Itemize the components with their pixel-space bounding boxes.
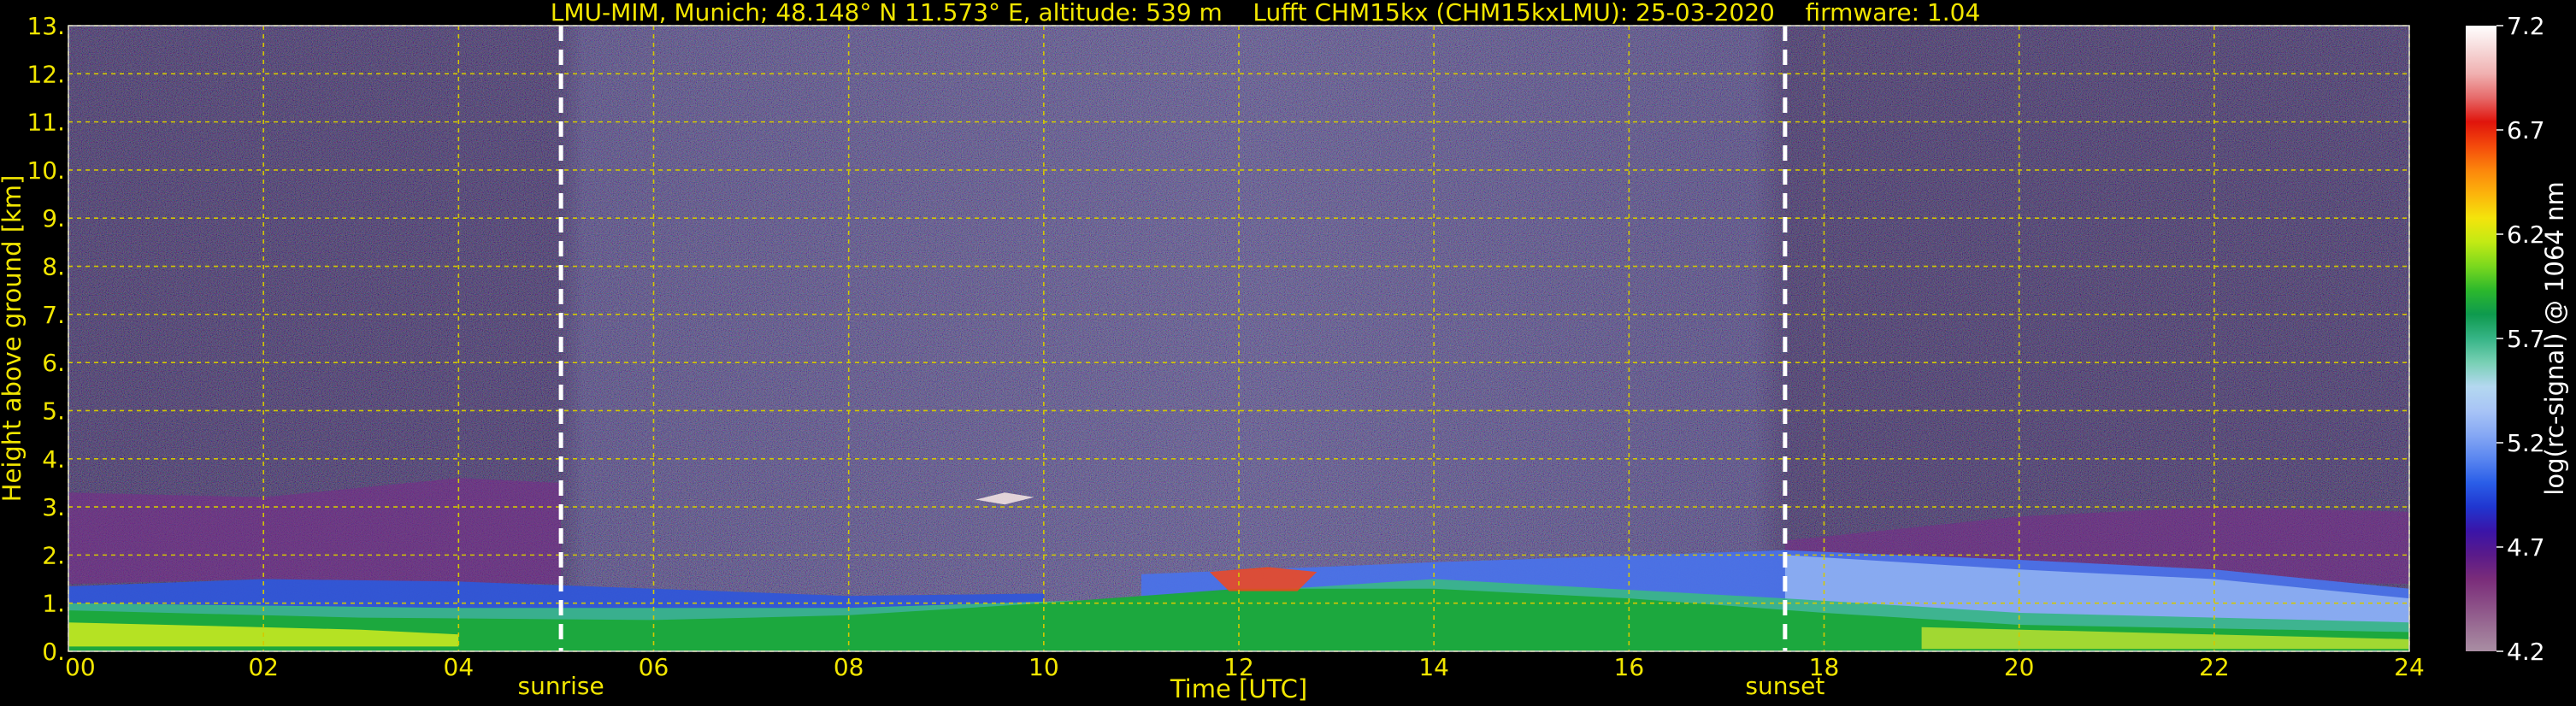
x-tick-label: 10 (1029, 653, 1059, 681)
x-tick-label: 14 (1418, 653, 1449, 681)
y-tick-label: 4. (42, 445, 65, 474)
colorbar-gradient (2466, 26, 2496, 651)
colorbar-tick-label: 6.7 (2507, 116, 2545, 144)
x-tick-label: 16 (1614, 653, 1645, 681)
colorbar-tick-label: 7.2 (2507, 12, 2545, 40)
y-tick-label: 10. (27, 156, 65, 185)
y-tick-label: 3. (42, 493, 65, 521)
colorbar-label: log(rc-signal) @ 1064 nm (2540, 181, 2569, 495)
y-tick-label: 11. (27, 109, 65, 137)
x-tick-label: 02 (248, 653, 279, 681)
y-tick-label: 9. (42, 204, 65, 232)
x-tick-label: 08 (834, 653, 864, 681)
cloud-patch (1209, 567, 1317, 591)
y-tick-label: 13. (27, 12, 65, 40)
x-tick-label: 00 (65, 653, 96, 681)
colorbar-tick-label: 4.7 (2507, 533, 2545, 562)
ceilometer-chart: sunrise sunset00 02 04 06 08 10 12 14 16 18 20 22 240… (0, 12, 2569, 703)
x-tick-label: 04 (444, 653, 475, 681)
colorbar-tick-label: 5.2 (2507, 429, 2545, 457)
x-tick-label: 06 (639, 653, 669, 681)
y-tick-label: 8. (42, 253, 65, 281)
y-tick-label: 12. (27, 60, 65, 88)
y-tick-label: 6. (42, 349, 65, 377)
x-axis-label: Time [UTC] (1170, 674, 1307, 703)
colorbar-tick-label: 5.7 (2507, 325, 2545, 353)
x-tick-label: 24 (2394, 653, 2425, 681)
y-tick-label: 1. (42, 590, 65, 618)
colorbar: 4.2 4.7 5.2 5.7 6.2 6.7 7.2 log(rc-signal) @ 10… (2466, 12, 2569, 666)
y-tick-label: 2. (42, 541, 65, 569)
colorbar-tick-label: 6.2 (2507, 221, 2545, 249)
x-tick-label: 22 (2199, 653, 2230, 681)
y-axis-label: Height above ground [km] (0, 175, 27, 503)
y-tick-label: 0. (42, 638, 65, 666)
y-tick-label: 7. (42, 301, 65, 329)
sunrise-label: sunrise (518, 672, 604, 700)
y-tick-label: 5. (42, 397, 65, 425)
colorbar-tick-label: 4.2 (2507, 638, 2545, 666)
x-tick-label: 20 (2004, 653, 2035, 681)
x-tick-label: 18 (1809, 653, 1840, 681)
